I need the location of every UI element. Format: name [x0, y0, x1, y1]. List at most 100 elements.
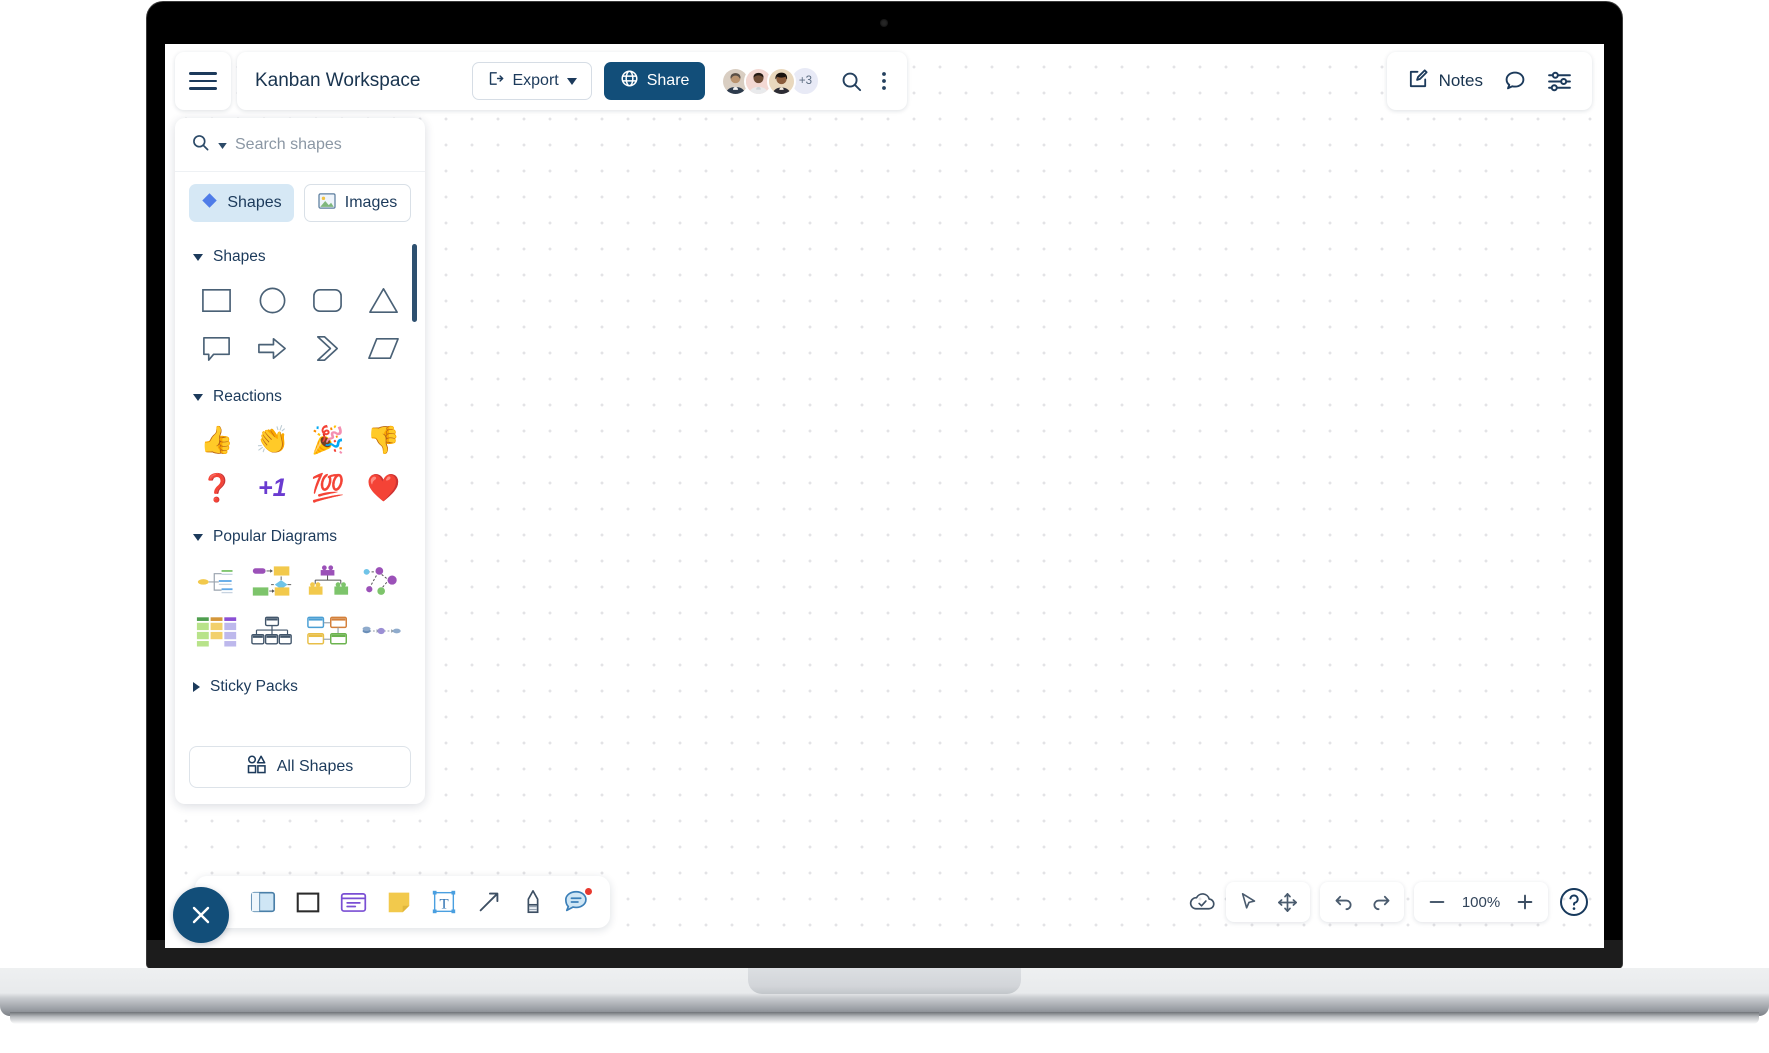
svg-text:T: T [439, 897, 448, 913]
reaction-question-mark[interactable]: ❓ [189, 464, 245, 512]
tab-images-label: Images [344, 194, 398, 211]
pan-move-icon[interactable] [1270, 885, 1304, 919]
share-label: Share [646, 72, 690, 89]
reaction-hundred[interactable]: 💯 [300, 464, 356, 512]
chevron-down-icon [566, 72, 577, 90]
panel-tabs: Shapes Images [175, 172, 425, 232]
diagram-org-chart[interactable] [300, 556, 356, 606]
bottom-right-controls: 100% [1189, 882, 1590, 922]
whiteboard-canvas[interactable]: Kanban Workspace Export Share +3 Notes S… [165, 44, 1604, 948]
shape-parallelogram[interactable] [356, 324, 412, 372]
top-toolbar: Kanban Workspace Export Share +3 [237, 52, 908, 110]
shape-block-arrow[interactable] [245, 324, 301, 372]
reaction-clap[interactable]: 👏 [245, 416, 301, 464]
shape-rounded-rectangle[interactable] [300, 276, 356, 324]
notes-button[interactable]: Notes [1407, 67, 1483, 95]
shape-speech-callout[interactable] [189, 324, 245, 372]
more-vertical-icon[interactable] [875, 70, 893, 92]
section-title-sticky-packs: Sticky Packs [210, 678, 298, 695]
tool-connector[interactable] [475, 888, 503, 916]
tool-shape[interactable] [294, 888, 322, 916]
search-icon[interactable] [840, 70, 863, 93]
reaction-heart[interactable]: ❤️ [356, 464, 412, 512]
comment-notification-badge [584, 887, 593, 896]
page-title: Kanban Workspace [255, 70, 421, 91]
globe-icon [620, 69, 639, 93]
caret-down-icon [193, 533, 203, 541]
section-header-popular-diagrams[interactable]: Popular Diagrams [193, 528, 411, 546]
tab-shapes-label: Shapes [227, 194, 282, 211]
diagram-flowchart[interactable] [245, 556, 301, 606]
hamburger-bar [189, 79, 217, 83]
search-input[interactable] [235, 135, 405, 154]
diagram-network-diagram[interactable] [356, 556, 412, 606]
reaction-party-popper[interactable]: 🎉 [300, 416, 356, 464]
diagram-hierarchy-tree[interactable] [245, 606, 301, 656]
tool-sticky-note[interactable] [385, 888, 413, 916]
tool-card[interactable] [339, 888, 368, 916]
section-header-reactions[interactable]: Reactions [193, 388, 411, 406]
panel-scrollbar-thumb[interactable] [412, 244, 417, 322]
shape-triangle[interactable] [356, 276, 412, 324]
pointer-tools-group [1226, 882, 1310, 922]
collaborator-avatars[interactable]: +3 [721, 66, 821, 96]
shape-circle[interactable] [245, 276, 301, 324]
shapes-grid-icon [247, 755, 267, 779]
hamburger-bar [189, 72, 217, 75]
share-button[interactable]: Share [603, 62, 706, 100]
panel-scroll-area[interactable]: Shapes Reactions 👍 👏 🎉 👎 ❓ +1 💯 ❤️ Popul… [175, 232, 425, 736]
laptop-screen: Kanban Workspace Export Share +3 Notes S… [165, 44, 1604, 948]
search-icon [191, 133, 210, 157]
zoom-out-button[interactable] [1420, 885, 1454, 919]
bottom-toolbar: T [195, 876, 610, 928]
diagram-swimlane-matrix[interactable] [189, 606, 245, 656]
help-circle-icon[interactable] [1558, 886, 1590, 918]
shape-chevron[interactable] [300, 324, 356, 372]
export-icon [487, 70, 504, 92]
diagram-entity-relationship[interactable] [300, 606, 356, 656]
comment-bubble-icon[interactable] [1503, 69, 1527, 93]
chevron-down-icon[interactable] [218, 136, 227, 154]
shape-grid [189, 276, 411, 372]
laptop-base-notch [748, 968, 1021, 994]
diagram-process-flow[interactable] [356, 606, 412, 656]
diagram-grid [189, 556, 411, 656]
cursor-select-icon[interactable] [1232, 885, 1266, 919]
undo-icon[interactable] [1326, 885, 1360, 919]
diagram-mind-map[interactable] [189, 556, 245, 606]
section-title-popular-diagrams: Popular Diagrams [213, 528, 338, 545]
export-button[interactable]: Export [472, 62, 592, 100]
shape-rectangle[interactable] [189, 276, 245, 324]
redo-icon[interactable] [1364, 885, 1398, 919]
laptop-foot-shadow [10, 1012, 1759, 1024]
laptop-camera [880, 19, 888, 27]
reaction-plus-one[interactable]: +1 [245, 464, 301, 512]
tool-comment[interactable] [563, 887, 593, 916]
tool-text[interactable]: T [430, 888, 458, 916]
reaction-thumbs-up[interactable]: 👍 [189, 416, 245, 464]
edit-note-icon [1407, 67, 1430, 95]
tab-images[interactable]: Images [304, 184, 411, 222]
zoom-group: 100% [1414, 882, 1548, 922]
hamburger-menu-icon[interactable] [175, 52, 231, 110]
panel-scrollbar-track[interactable] [412, 238, 421, 730]
all-shapes-footer: All Shapes [175, 736, 425, 804]
notes-label: Notes [1438, 71, 1483, 90]
close-icon[interactable] [173, 887, 229, 943]
sliders-icon[interactable] [1547, 69, 1572, 94]
all-shapes-button[interactable]: All Shapes [189, 746, 411, 788]
reaction-grid: 👍 👏 🎉 👎 ❓ +1 💯 ❤️ [189, 416, 411, 512]
diamond-icon [201, 192, 218, 214]
laptop-mockup: Kanban Workspace Export Share +3 Notes S… [0, 0, 1769, 1053]
tool-highlighter[interactable] [520, 888, 546, 916]
tool-frame[interactable] [249, 888, 277, 916]
tab-shapes[interactable]: Shapes [189, 184, 294, 222]
history-group [1320, 882, 1404, 922]
section-header-sticky-packs[interactable]: Sticky Packs [193, 678, 411, 696]
reaction-thumbs-down[interactable]: 👎 [356, 416, 412, 464]
zoom-in-button[interactable] [1508, 885, 1542, 919]
image-icon [318, 192, 336, 214]
caret-down-icon [193, 393, 203, 401]
section-header-shapes[interactable]: Shapes [193, 248, 411, 266]
collaborator-avatar-3[interactable] [767, 66, 797, 96]
